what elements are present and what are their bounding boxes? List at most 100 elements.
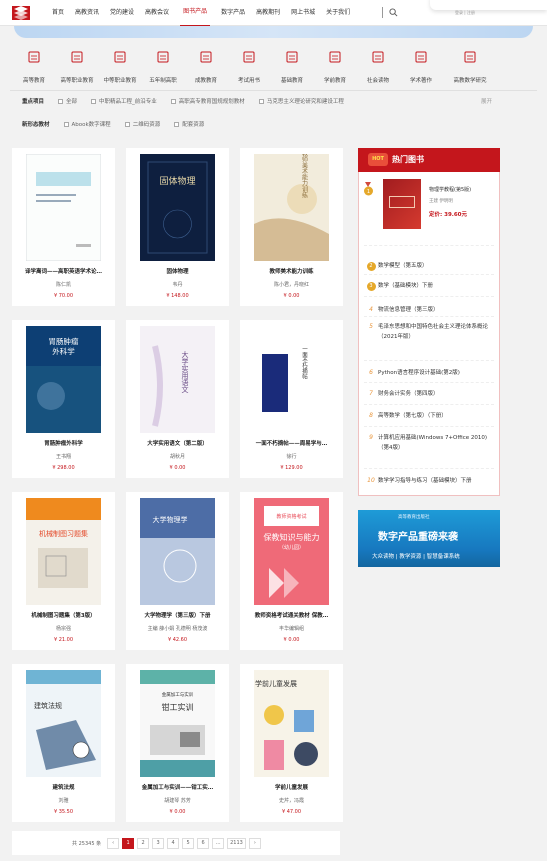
book-card[interactable]: 译学离词——高职英语学术论… 陈仁凯 ¥ 70.00 xyxy=(12,148,115,306)
filter-option[interactable]: Abook数字课程 xyxy=(63,120,111,128)
category-item[interactable]: 高教数学研究 xyxy=(450,50,490,86)
filter-option[interactable]: 二维码资源 xyxy=(124,120,160,128)
page-number-button[interactable]: 3 xyxy=(152,837,165,849)
hot-book-item[interactable]: 7 财务会计实务（第四版） xyxy=(364,389,496,399)
category-item[interactable]: 社会读物 xyxy=(358,50,398,86)
book-card[interactable]: 胃肠肿瘤 外科学 胃肠肿瘤外科学 王书翔 ¥ 298.00 xyxy=(12,320,115,478)
page-number-button[interactable]: … xyxy=(212,837,225,849)
expand-filters-link[interactable]: 展开 xyxy=(481,97,492,105)
category-item[interactable]: 五年制高职 xyxy=(143,50,183,86)
filter-option[interactable]: 中职精品工程_前沿专业 xyxy=(91,97,157,105)
category-item[interactable]: 学前教育 xyxy=(315,50,355,86)
book-cover[interactable] xyxy=(25,153,102,262)
book-title[interactable]: 大学实用语文（第二版） xyxy=(128,439,227,447)
book-title[interactable]: 机械制图习题集（第3版） xyxy=(14,611,113,619)
book-cover[interactable]: 教师美术能力训练 xyxy=(254,149,329,261)
book-card[interactable]: 金属加工与实训 钳工实训 金属加工与实训——钳工实… 胡建琴 苏芳 ¥ 0.00 xyxy=(126,664,229,822)
nav-item[interactable]: 高教期刊 xyxy=(256,0,280,26)
book-card[interactable]: 大学实用语文 大学实用语文（第二版） 胡秋月 ¥ 0.00 xyxy=(126,320,229,478)
hot-book-item[interactable]: 5 毛泽东思想和中国特色社会主义理论体系概论（2021年版） xyxy=(364,322,496,342)
book-title[interactable]: 一面不朽摘帖——周易学与… xyxy=(242,439,341,447)
checkbox[interactable] xyxy=(174,121,180,127)
book-cover[interactable]: 一面不朽摘帖 xyxy=(254,326,329,433)
category-item[interactable]: 成教教育 xyxy=(186,50,226,86)
book-title[interactable]: 译学离词——高职英语学术论… xyxy=(14,267,113,275)
book-card[interactable]: 教师美术能力训练 教师美术能力训练 陈小君，丹晓红 ¥ 0.00 xyxy=(240,148,343,306)
checkbox[interactable] xyxy=(91,98,97,104)
book-cover[interactable]: 金属加工与实训 钳工实训 xyxy=(140,670,215,777)
publisher-logo[interactable] xyxy=(10,3,32,23)
hot-first-title[interactable]: 物理学教程(第5版) xyxy=(429,186,471,193)
filter-option[interactable]: 马克思主义理论研究和建设工程 xyxy=(258,97,344,105)
book-cover[interactable]: 机械制图习题集 xyxy=(26,498,101,605)
book-card[interactable]: 大学物理学 大学物理学（第三版）下册 主编 薛小娟 孔德明 杨茂波 ¥ 42.60 xyxy=(126,492,229,650)
digital-products-ad-banner[interactable]: 高等教育出版社 数字产品重磅来袭 大众读物 | 教学资源 | 智慧备课系统 xyxy=(358,510,500,567)
page-number-button[interactable]: 4 xyxy=(167,837,180,849)
prev-page-button[interactable]: ‹ xyxy=(107,837,120,849)
category-item[interactable]: 高等教育 xyxy=(14,50,54,86)
book-cover[interactable]: 大学物理学 xyxy=(140,498,215,605)
nav-item[interactable]: 首页 xyxy=(52,0,64,26)
hot-book-title[interactable]: 高等数学（第七版）（下册） xyxy=(378,411,447,421)
filter-option[interactable]: 高职高专教育国规规划教材 xyxy=(170,97,245,105)
hot-book-title[interactable]: 数学（基础模块）下册 xyxy=(378,281,433,291)
hot-book-title[interactable]: 物流信息管理（第三版） xyxy=(378,305,439,315)
category-item[interactable]: 考试用书 xyxy=(229,50,269,86)
nav-item[interactable]: 高教会议 xyxy=(145,0,169,26)
hot-book-item[interactable]: 3 数学（基础模块）下册 xyxy=(364,281,496,291)
nav-item[interactable]: 关于我们 xyxy=(326,0,350,26)
hot-book-item[interactable]: 10 数学学习指导与练习（基础模块）下册 xyxy=(364,476,496,486)
hot-book-title[interactable]: 数学学习指导与练习（基础模块）下册 xyxy=(378,476,472,486)
book-title[interactable]: 教师美术能力训练 xyxy=(242,267,341,275)
book-card[interactable]: 教师资格考试 保教知识与能力 （幼儿园） 教师资格考试通关教材 保教… 丰华编辑组 ¥ 0… xyxy=(240,492,343,650)
nav-item[interactable]: 高教资讯 xyxy=(75,0,99,26)
page-number-button[interactable]: 2 xyxy=(137,837,150,849)
page-number-button[interactable]: 5 xyxy=(182,837,195,849)
category-item[interactable]: 基础教育 xyxy=(272,50,312,86)
checkbox[interactable] xyxy=(63,121,69,127)
checkbox[interactable] xyxy=(170,98,176,104)
checkbox[interactable] xyxy=(258,98,264,104)
book-title[interactable]: 大学物理学（第三版）下册 xyxy=(128,611,227,619)
book-title[interactable]: 建筑法规 xyxy=(14,783,113,791)
next-page-button[interactable]: › xyxy=(248,837,261,849)
book-cover[interactable]: 建筑法规 xyxy=(26,670,101,777)
hot-book-title[interactable]: 毛泽东思想和中国特色社会主义理论体系概论（2021年版） xyxy=(378,322,496,342)
filter-option[interactable]: 全部 xyxy=(58,97,77,105)
hot-book-item[interactable]: 8 高等数学（第七版）（下册） xyxy=(364,411,496,421)
nav-item[interactable]: 图书产品 xyxy=(180,0,211,27)
book-title[interactable]: 固体物理 xyxy=(128,267,227,275)
filter-option[interactable]: 配套资源 xyxy=(174,120,204,128)
nav-item[interactable]: 网上书城 xyxy=(291,0,315,26)
book-cover[interactable]: 固体物理 xyxy=(140,154,215,261)
book-card[interactable]: 一面不朽摘帖 一面不朽摘帖——周易学与… 徐行 ¥ 129.00 xyxy=(240,320,343,478)
hot-book-title[interactable]: 财务会计实务（第四版） xyxy=(378,389,439,399)
page-number-button[interactable]: 1 xyxy=(122,837,135,849)
checkbox[interactable] xyxy=(124,121,130,127)
book-title[interactable]: 金属加工与实训——钳工实… xyxy=(128,783,227,791)
checkbox[interactable] xyxy=(58,98,64,104)
nav-item[interactable]: 党的建设 xyxy=(110,0,134,26)
user-dropdown[interactable] xyxy=(430,0,547,10)
page-number-button[interactable]: 2113 xyxy=(227,837,246,849)
hot-book-item[interactable]: 4 物流信息管理（第三版） xyxy=(364,305,496,315)
book-title[interactable]: 教师资格考试通关教材 保教… xyxy=(242,611,341,619)
book-card[interactable]: 学前儿童发展 学前儿童发展 史芹，冯霞 ¥ 47.00 xyxy=(240,664,343,822)
hot-book-title[interactable]: Python语言程序设计基础(第2版) xyxy=(378,368,460,378)
page-number-button[interactable]: 6 xyxy=(197,837,210,849)
book-cover[interactable]: 教师资格考试 保教知识与能力 （幼儿园） xyxy=(254,498,329,605)
book-title[interactable]: 学前儿童发展 xyxy=(242,783,341,791)
nav-item[interactable]: 数字产品 xyxy=(221,0,245,26)
hot-book-title[interactable]: 数学模型（第五版） xyxy=(378,261,428,271)
hot-book-title[interactable]: 计算机应用基础(Windows 7+Office 2010)（第4版） xyxy=(378,433,496,453)
book-cover[interactable]: 学前儿童发展 xyxy=(254,670,329,777)
category-item[interactable]: 高等职业教育 xyxy=(57,50,97,86)
book-cover[interactable]: 大学实用语文 xyxy=(140,326,215,433)
book-card[interactable]: 固体物理 固体物理 韦丹 ¥ 148.00 xyxy=(126,148,229,306)
hot-book-item[interactable]: 9 计算机应用基础(Windows 7+Office 2010)（第4版） xyxy=(364,433,496,453)
book-title[interactable]: 胃肠肿瘤外科学 xyxy=(14,439,113,447)
category-item[interactable]: 中等职业教育 xyxy=(100,50,140,86)
book-card[interactable]: 建筑法规 建筑法规 刘雅 ¥ 35.50 xyxy=(12,664,115,822)
hot-book-item[interactable]: 2 数学模型（第五版） xyxy=(364,261,496,271)
book-card[interactable]: 机械制图习题集 机械制图习题集（第3版） 杨宗强 ¥ 21.00 xyxy=(12,492,115,650)
